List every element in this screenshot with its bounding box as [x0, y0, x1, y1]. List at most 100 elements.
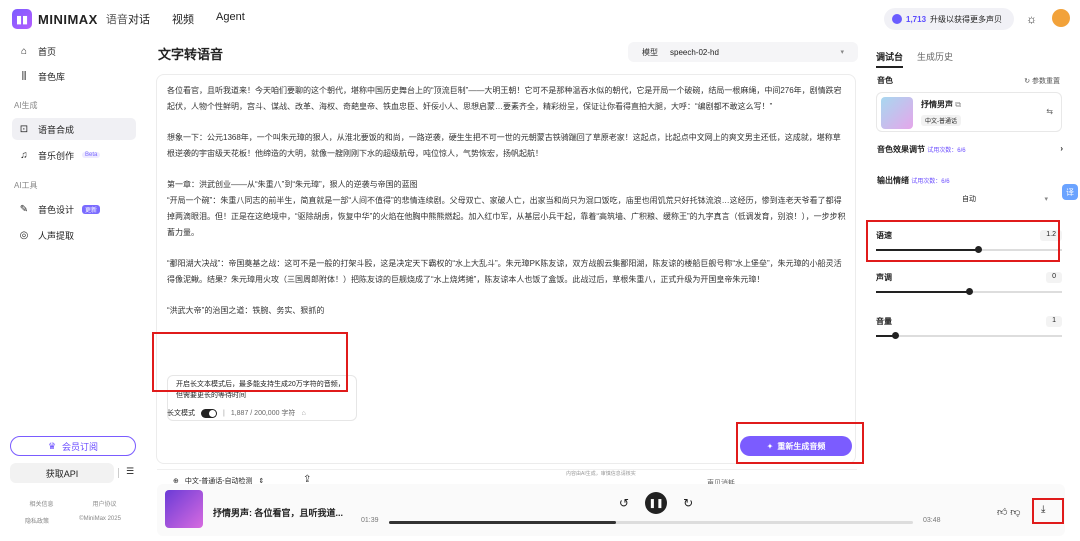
long-mode-row: 长文模式 | 1,887 / 200,000 字符 ⌂: [167, 408, 306, 418]
chevron-down-icon: ▾: [840, 49, 844, 56]
voice-tag: 中文-普通话: [921, 115, 961, 126]
sidebar-item-label: 人声提取: [38, 230, 75, 241]
page-title: 文字转语音: [158, 47, 224, 62]
credit-icon: [892, 14, 902, 24]
paragraph: “鄱阳湖大决战”：帝国奠基之战：这可不是一般的打架斗殴，这是决定天下霸权的“水上…: [167, 259, 842, 284]
nav-chat[interactable]: 对话: [128, 11, 150, 27]
tab-history[interactable]: 生成历史: [917, 50, 953, 68]
time-elapsed: 01:39: [361, 517, 379, 524]
vip-label: 会员订阅: [62, 441, 99, 452]
sidebar-item-library[interactable]: ⫼ 音色库: [12, 65, 136, 87]
top-bar: ▮▮ MINIMAX 语音 对话 视频 Agent 1,713 升级以获得更多声…: [0, 0, 1080, 36]
highlight-box-generate: [736, 422, 864, 464]
progress-bar[interactable]: [389, 521, 913, 524]
update-badge: 更新: [82, 204, 101, 214]
sidebar-item-label: 音乐创作: [38, 150, 75, 161]
home-icon: ⌂: [20, 45, 28, 57]
paragraph: 第一章：洪武创业——从“朱重八”到“朱元璋”，狠人的逆袭与帝国的蓝图 “开局一个…: [167, 180, 846, 237]
theme-toggle-icon[interactable]: ☼: [1026, 12, 1037, 26]
effect-label: 音色效果调节: [877, 145, 925, 154]
swap-icon[interactable]: ⇆: [1046, 107, 1053, 116]
panel-tabs: 调试台 生成历史: [876, 50, 953, 68]
voice-card[interactable]: 抒情男声 ⧉ 中文-普通话 ⇆: [876, 92, 1062, 132]
sidebar-item-label: 首页: [38, 46, 57, 57]
get-api-button[interactable]: 获取API: [10, 463, 114, 483]
nav-agent[interactable]: Agent: [216, 11, 245, 27]
model-select[interactable]: 模型 speech-02-hd ▾: [628, 42, 858, 62]
beta-badge: Beta: [82, 152, 101, 158]
rewind-10-icon[interactable]: ↺: [619, 496, 629, 510]
voice-effect-row[interactable]: 音色效果调节 试用次数：6/6 ›: [877, 144, 1063, 155]
long-mode-label: 长文模式: [167, 410, 195, 417]
section-ai-gen: AI生成: [14, 101, 38, 110]
reset-label: 参数重置: [1032, 78, 1060, 85]
chevron-right-icon: ›: [1060, 144, 1063, 153]
crown-icon: ♛: [47, 440, 57, 451]
char-count: 1,887 / 200,000 字符: [230, 410, 296, 417]
time-total: 03:48: [923, 517, 941, 524]
copy-icon: ⧉: [955, 100, 961, 109]
sidebar-item-home[interactable]: ⌂ 首页: [12, 40, 136, 62]
reset-params-button[interactable]: ↻ 参数重置: [1024, 76, 1060, 86]
progress-fill: [389, 521, 617, 524]
trial-count: 试用次数：6/6: [911, 179, 950, 185]
sidebar-item-label: 音色库: [38, 71, 66, 82]
slider-knob: [966, 288, 973, 295]
credits-button[interactable]: 1,713 升级以获得更多声贝: [884, 8, 1014, 30]
slider-track: [876, 332, 1062, 339]
track-title: 抒情男声: 各位看官，且听我道...: [213, 508, 343, 518]
sidebar-item-tts[interactable]: ⊡ 语音合成: [12, 118, 136, 140]
volume-slider[interactable]: 音量 1: [876, 316, 1062, 339]
voice-label: 音色: [877, 76, 893, 85]
text-input[interactable]: 各位看官，且听我道来！今天咱们要聊的这个朝代，堪称中国历史舞台上的“顶流巨制”—…: [167, 83, 847, 363]
tab-debug[interactable]: 调试台: [876, 50, 904, 68]
footer-link[interactable]: 用户协议: [92, 499, 116, 508]
paragraph: 各位看官，且听我道来！今天咱们要聊的这个朝代，堪称中国历史舞台上的“顶流巨制”—…: [167, 86, 842, 111]
slider-track: [876, 288, 1062, 295]
thumbs-icon[interactable]: 👍︎ 👎︎: [997, 506, 1020, 518]
nav-video[interactable]: 视频: [172, 11, 194, 27]
speech-icon: ⊡: [19, 123, 29, 135]
trial-count: 试用次数：6/6: [927, 148, 966, 154]
footer-link[interactable]: 相关信息: [29, 499, 53, 508]
divider: [118, 468, 119, 478]
highlight-box-speed: [866, 220, 1060, 262]
voice-design-icon: ✎: [19, 203, 29, 215]
library-icon: ⫼: [21, 70, 27, 82]
logo-icon: ▮▮: [12, 9, 32, 29]
voice-cover: [881, 97, 913, 129]
footer-link[interactable]: 隐私政策: [25, 516, 49, 525]
footer-links: 相关信息 用户协议 隐私政策 ©MiniMax 2025: [10, 499, 136, 533]
highlight-box-long-text: [152, 332, 348, 392]
text-editor: 各位看官，且听我道来！今天咱们要聊的这个朝代，堪称中国历史舞台上的“顶流巨制”—…: [156, 74, 857, 487]
logo[interactable]: ▮▮ MINIMAX 语音: [12, 9, 128, 29]
long-mode-toggle[interactable]: [201, 408, 217, 418]
pause-button[interactable]: ❚❚: [645, 492, 668, 514]
copyright: ©MiniMax 2025: [79, 516, 121, 522]
menu-icon[interactable]: ☰: [126, 466, 134, 477]
sidebar-item-voice-design[interactable]: ✎ 音色设计 更新: [12, 198, 136, 220]
slider-fill: [876, 291, 969, 293]
brand-sub: 语音: [105, 14, 128, 26]
main-area: 文字转语音 模型 speech-02-hd ▾ 各位看官，且听我道来！今天咱们要…: [146, 36, 864, 541]
translate-icon[interactable]: 译: [1062, 184, 1078, 200]
ai-note: 内容由AI生成，审慎信息请核实: [566, 471, 636, 477]
pitch-slider[interactable]: 声调 0: [876, 272, 1062, 295]
forward-10-icon[interactable]: ↻: [683, 496, 693, 510]
emotion-select[interactable]: 自动 ▾: [876, 192, 1062, 206]
vip-subscribe-button[interactable]: ♛ 会员订阅: [10, 436, 136, 456]
sidebar-item-music[interactable]: ♫ 音乐创作 Beta: [12, 144, 136, 166]
section-ai-tools: AI工具: [14, 181, 38, 190]
highlight-box-download: [1032, 498, 1064, 524]
sidebar-item-vocal-extract[interactable]: ◎ 人声提取: [12, 224, 136, 246]
playback-controls: ↺ ❚❚ ↻: [619, 492, 693, 514]
model-label: 模型: [642, 47, 658, 57]
track-cover: [165, 490, 203, 528]
slider-knob: [891, 332, 899, 339]
paragraph: “洪武大帝”的治国之道：铁腕、务实、狠抓的: [167, 306, 325, 315]
chevron-down-icon: ▾: [1044, 196, 1048, 203]
avatar[interactable]: [1052, 9, 1070, 27]
music-icon: ♫: [20, 149, 28, 161]
sidebar-item-label: 音色设计: [38, 204, 75, 215]
clear-icon[interactable]: ⌂: [301, 410, 305, 417]
